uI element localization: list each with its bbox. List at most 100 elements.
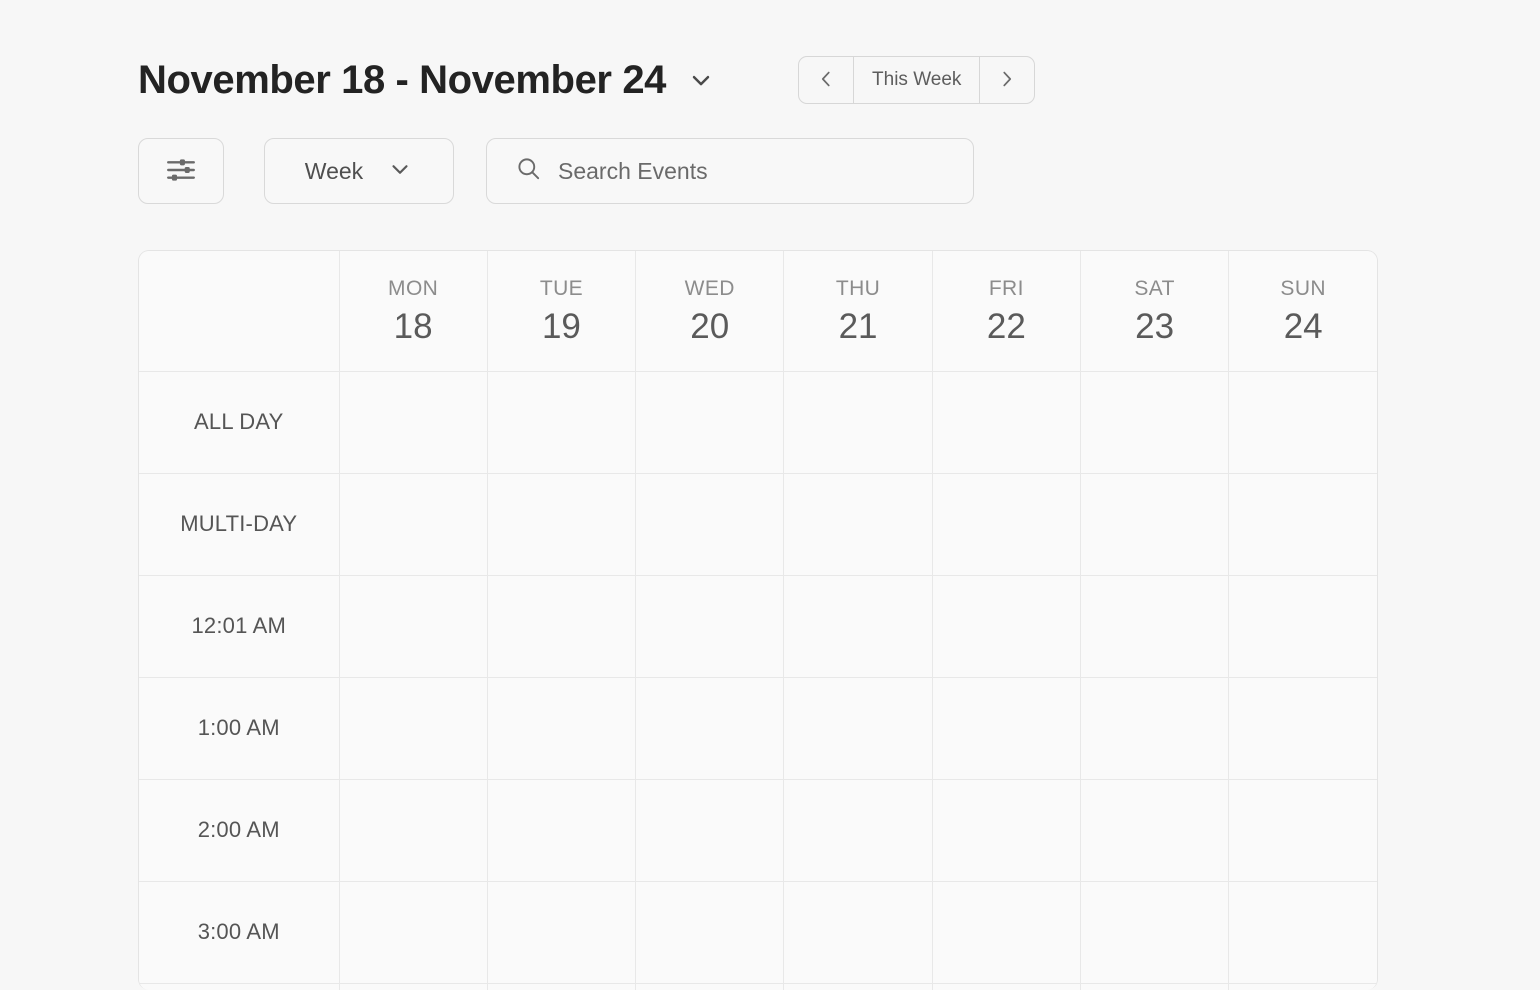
calendar-slot-cell[interactable]: [635, 473, 785, 576]
calendar-slot-cell[interactable]: [783, 575, 933, 678]
calendar-slot-cell[interactable]: [339, 983, 488, 990]
calendar-slot-cell[interactable]: [1080, 677, 1230, 780]
chevron-down-icon[interactable]: [686, 65, 716, 95]
calendar-slot-cell[interactable]: [1080, 779, 1230, 882]
calendar-header-row: MON 18 TUE 19 WED 20 THU 21 FRI 22 SAT 23 SUN 24: [139, 251, 1377, 372]
day-header-wed[interactable]: WED 20: [635, 251, 785, 372]
calendar-slot-cell[interactable]: [339, 677, 488, 780]
calendar-slot-cell[interactable]: [339, 371, 488, 474]
calendar-slot-cell[interactable]: [783, 779, 933, 882]
view-select-value: Week: [304, 157, 364, 184]
calendar-slot-cell[interactable]: [487, 779, 637, 882]
day-header-fri[interactable]: FRI 22: [932, 251, 1081, 372]
calendar-slot-cell[interactable]: [783, 473, 933, 576]
day-of-month-label: 23: [1135, 306, 1175, 346]
day-of-month-label: 19: [541, 306, 581, 346]
day-of-month-label: 24: [1283, 306, 1323, 346]
calendar-slot-cell[interactable]: [1228, 677, 1377, 780]
calendar-slot-cell[interactable]: [1080, 983, 1230, 990]
calendar-slot-cell[interactable]: [1228, 371, 1377, 474]
calendar-slot-cell[interactable]: [932, 983, 1081, 990]
day-of-month-label: 21: [838, 306, 878, 346]
day-of-week-label: THU: [835, 276, 881, 300]
calendar-slot-cell[interactable]: [487, 881, 637, 984]
row-time-label: 3:00 AM: [139, 881, 340, 984]
day-of-month-label: 22: [986, 306, 1026, 346]
day-of-week-label: SAT: [1134, 276, 1175, 300]
calendar-slot-cell[interactable]: [1080, 881, 1230, 984]
row-time-label: ALL DAY: [139, 371, 340, 474]
calendar-slot-cell[interactable]: [783, 371, 933, 474]
chevron-down-icon: [387, 156, 413, 187]
calendar-slot-cell[interactable]: [783, 983, 933, 990]
calendar-slot-cell[interactable]: [932, 473, 1081, 576]
day-header-mon[interactable]: MON 18: [339, 251, 488, 372]
day-header-thu[interactable]: THU 21: [783, 251, 933, 372]
row-time-label: 1:00 AM: [139, 677, 340, 780]
chevron-right-icon: [996, 68, 1018, 93]
calendar-slot-cell[interactable]: [932, 677, 1081, 780]
prev-week-button[interactable]: [799, 57, 853, 103]
calendar-slot-cell[interactable]: [635, 371, 785, 474]
calendar-slot-cell[interactable]: [487, 983, 637, 990]
day-of-week-label: TUE: [539, 276, 584, 300]
this-week-button[interactable]: This Week: [853, 57, 981, 103]
calendar-slot-cell[interactable]: [1080, 575, 1230, 678]
view-select[interactable]: Week: [264, 138, 454, 204]
day-header-tue[interactable]: TUE 19: [487, 251, 637, 372]
calendar-row: MULTI-DAY: [139, 473, 1377, 576]
row-time-label: MULTI-DAY: [139, 473, 340, 576]
search-events-box[interactable]: [486, 138, 974, 204]
next-week-button[interactable]: [980, 57, 1034, 103]
calendar-slot-cell[interactable]: [339, 779, 488, 882]
calendar-slot-cell[interactable]: [635, 983, 785, 990]
calendar-slot-cell[interactable]: [932, 779, 1081, 882]
calendar-slot-cell[interactable]: [783, 881, 933, 984]
calendar-slot-cell[interactable]: [487, 575, 637, 678]
day-of-month-label: 18: [393, 306, 433, 346]
calendar-slot-cell[interactable]: [635, 677, 785, 780]
calendar-slot-cell[interactable]: [932, 371, 1081, 474]
calendar-slot-cell[interactable]: [1080, 473, 1230, 576]
day-of-week-label: MON: [388, 276, 439, 300]
calendar-table: MON 18 TUE 19 WED 20 THU 21 FRI 22 SAT 23 SUN 24 ALL …: [139, 251, 1377, 990]
calendar-body: ALL DAY MULTI-DAY 12:01 AM 1:00 AM 2:00 AM 3:…: [139, 371, 1377, 990]
calendar-slot-cell[interactable]: [487, 371, 637, 474]
calendar-slot-cell[interactable]: [1080, 371, 1230, 474]
calendar-slot-cell[interactable]: [635, 779, 785, 882]
calendar-slot-cell[interactable]: [1228, 575, 1377, 678]
filter-button[interactable]: [138, 138, 224, 204]
calendar-slot-cell[interactable]: [339, 575, 488, 678]
calendar-row: ALL DAY: [139, 371, 1377, 474]
calendar-slot-cell[interactable]: [339, 473, 488, 576]
calendar-slot-cell[interactable]: [1228, 983, 1377, 990]
calendar-slot-cell[interactable]: [932, 881, 1081, 984]
search-input[interactable]: [558, 139, 973, 203]
day-header-sat[interactable]: SAT 23: [1080, 251, 1230, 372]
calendar-corner-cell: [139, 251, 340, 372]
calendar-page: November 18 - November 24 This Week Week…: [0, 0, 1540, 990]
calendar-slot-cell[interactable]: [932, 575, 1081, 678]
calendar-row: 2:00 AM: [139, 779, 1377, 882]
calendar-row: 12:01 AM: [139, 575, 1377, 678]
day-of-week-label: FRI: [988, 276, 1024, 300]
calendar-slot-cell[interactable]: [635, 881, 785, 984]
calendar-slot-cell[interactable]: [635, 575, 785, 678]
calendar-slot-cell[interactable]: [1228, 881, 1377, 984]
day-header-sun[interactable]: SUN 24: [1228, 251, 1377, 372]
row-time-label: [139, 983, 340, 990]
calendar-slot-cell[interactable]: [1228, 779, 1377, 882]
row-time-label: 12:01 AM: [139, 575, 340, 678]
calendar-slot-cell[interactable]: [783, 677, 933, 780]
calendar-slot-cell[interactable]: [487, 677, 637, 780]
calendar-row: [139, 983, 1377, 990]
sliders-filter-icon: [164, 153, 198, 190]
calendar-slot-cell[interactable]: [1228, 473, 1377, 576]
calendar-row: 3:00 AM: [139, 881, 1377, 984]
calendar-row: 1:00 AM: [139, 677, 1377, 780]
calendar-slot-cell[interactable]: [339, 881, 488, 984]
calendar-slot-cell[interactable]: [487, 473, 637, 576]
page-title: November 18 - November 24: [138, 58, 667, 102]
chevron-left-icon: [815, 68, 837, 93]
page-header: November 18 - November 24 This Week: [138, 56, 1036, 104]
